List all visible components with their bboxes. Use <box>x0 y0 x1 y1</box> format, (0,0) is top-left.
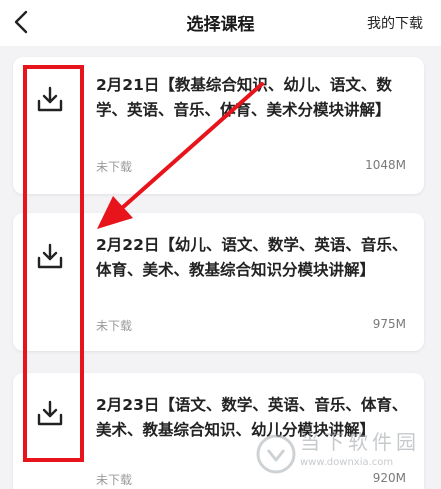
course-title: 2月22日【幼儿、语文、数学、英语、音乐、体育、美术、教基综合知识分模块讲解】 <box>96 236 408 279</box>
course-card[interactable]: 2月21日【教基综合知识、幼儿、语文、数学、英语、音乐、体育、美术分模块讲解】 … <box>13 57 424 194</box>
file-size: 975M <box>372 317 406 331</box>
download-status: 未下载 <box>96 319 133 333</box>
course-title: 2月23日【语文、数学、英语、音乐、体育、美术、教基综合知识、幼儿分模块讲解】 <box>96 396 408 439</box>
download-icon[interactable] <box>35 399 65 429</box>
download-icon[interactable] <box>35 242 65 272</box>
file-size: 1048M <box>365 158 406 172</box>
download-status: 未下载 <box>96 160 133 174</box>
top-bar: 选择课程 我的下载 <box>0 0 441 46</box>
file-size: 920M <box>372 471 406 485</box>
my-downloads-link[interactable]: 我的下载 <box>367 13 423 33</box>
course-card[interactable]: 2月22日【幼儿、语文、数学、英语、音乐、体育、美术、教基综合知识分模块讲解】 … <box>13 213 424 351</box>
download-icon[interactable] <box>35 85 65 115</box>
course-title: 2月21日【教基综合知识、幼儿、语文、数学、英语、音乐、体育、美术分模块讲解】 <box>96 76 392 119</box>
course-card[interactable]: 2月23日【语文、数学、英语、音乐、体育、美术、教基综合知识、幼儿分模块讲解】 … <box>13 373 424 489</box>
download-status: 未下载 <box>96 473 133 487</box>
